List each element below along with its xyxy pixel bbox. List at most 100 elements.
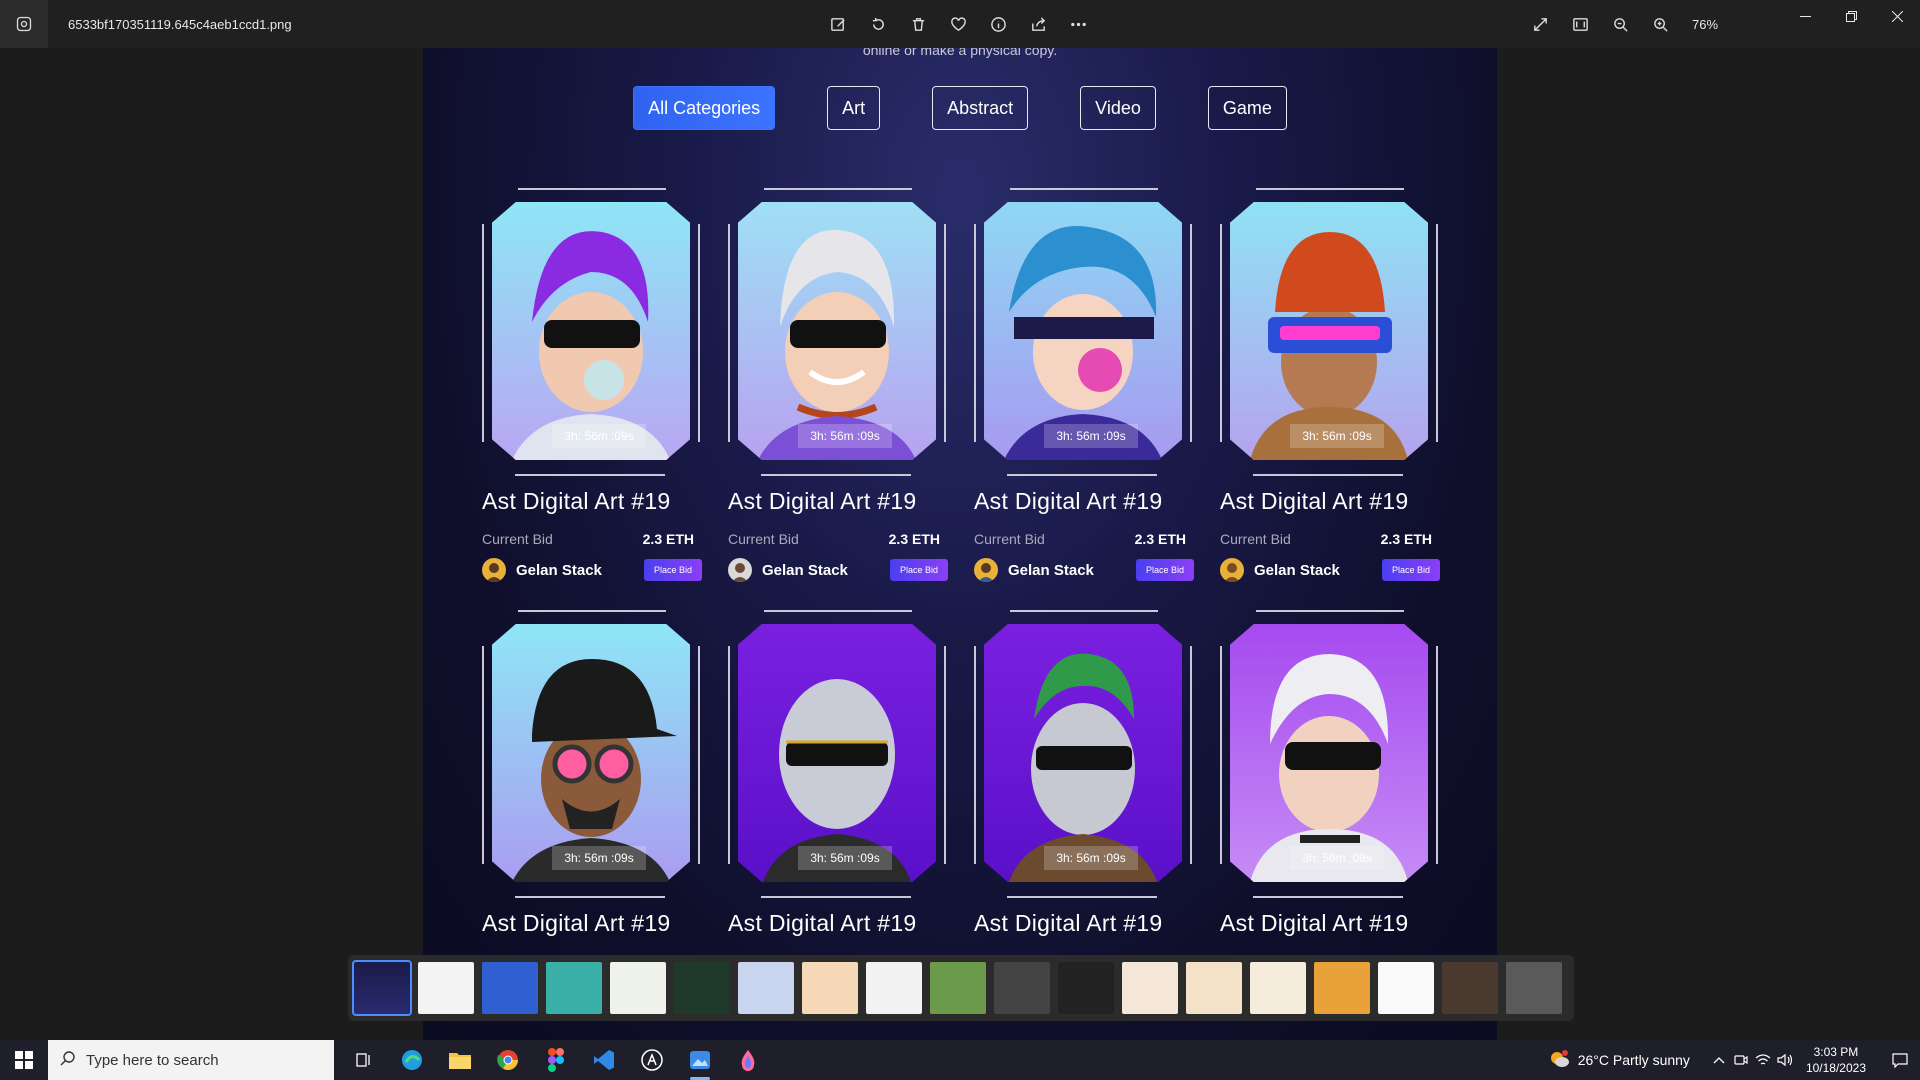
nft-card[interactable]: 3h: 56m :09s Ast Digital Art #19 bbox=[482, 610, 702, 970]
zoom-in-icon[interactable] bbox=[1648, 12, 1673, 37]
owner-avatar[interactable] bbox=[1220, 558, 1244, 582]
nft-artwork[interactable]: 3h: 56m :09s bbox=[738, 202, 936, 460]
thumbnail-selected[interactable] bbox=[352, 960, 412, 1016]
nft-artwork[interactable]: 3h: 56m :09s bbox=[738, 624, 936, 882]
thumbnail[interactable] bbox=[866, 962, 922, 1014]
thumbnail[interactable] bbox=[930, 962, 986, 1014]
thumbnail[interactable] bbox=[482, 962, 538, 1014]
thumbnail[interactable] bbox=[738, 962, 794, 1014]
weather-widget[interactable]: 26°C Partly sunny bbox=[1548, 1049, 1690, 1072]
chevron-up-icon[interactable] bbox=[1708, 1040, 1730, 1080]
nft-artwork[interactable]: 3h: 56m :09s bbox=[984, 624, 1182, 882]
thumbnail[interactable] bbox=[610, 962, 666, 1014]
thumbnail[interactable] bbox=[1122, 962, 1178, 1014]
more-options-icon[interactable] bbox=[1066, 12, 1091, 37]
nft-card[interactable]: 3h: 56m :09s Ast Digital Art #19 bbox=[728, 610, 948, 970]
nft-artwork[interactable]: 3h: 56m :09s bbox=[984, 202, 1182, 460]
zoom-level[interactable]: 76% bbox=[1692, 17, 1718, 32]
nft-artwork[interactable]: 3h: 56m :09s bbox=[1230, 624, 1428, 882]
edge-icon[interactable] bbox=[388, 1040, 436, 1080]
thumbnail[interactable] bbox=[802, 962, 858, 1014]
card-title[interactable]: Ast Digital Art #19 bbox=[728, 488, 917, 515]
start-button[interactable] bbox=[0, 1040, 48, 1080]
file-explorer-icon[interactable] bbox=[436, 1040, 484, 1080]
nft-card[interactable]: 3h: 56m :09s Ast Digital Art #19 Current… bbox=[728, 188, 948, 648]
nft-artwork[interactable]: 3h: 56m :09s bbox=[492, 624, 690, 882]
category-video[interactable]: Video bbox=[1080, 86, 1156, 130]
category-art[interactable]: Art bbox=[827, 86, 881, 130]
nft-card[interactable]: 3h: 56m :09s Ast Digital Art #19 Current… bbox=[482, 188, 702, 648]
bid-value: 2.3 ETH bbox=[1134, 531, 1186, 547]
place-bid-button[interactable]: Place Bid bbox=[890, 559, 948, 581]
edit-image-icon[interactable] bbox=[826, 12, 851, 37]
place-bid-button[interactable]: Place Bid bbox=[1136, 559, 1194, 581]
thumbnail[interactable] bbox=[1314, 962, 1370, 1014]
owner-name[interactable]: Gelan Stack bbox=[516, 562, 602, 579]
thumbnail[interactable] bbox=[994, 962, 1050, 1014]
bid-value: 2.3 ETH bbox=[642, 531, 694, 547]
category-filter: All Categories Art Abstract Video Game bbox=[423, 86, 1497, 130]
nft-artwork[interactable]: 3h: 56m :09s bbox=[1230, 202, 1428, 460]
chrome-icon[interactable] bbox=[484, 1040, 532, 1080]
figma-icon[interactable] bbox=[532, 1040, 580, 1080]
wifi-icon[interactable] bbox=[1752, 1040, 1774, 1080]
restore-icon[interactable] bbox=[1828, 0, 1874, 32]
thumbnail[interactable] bbox=[674, 962, 730, 1014]
nft-artwork[interactable]: 3h: 56m :09s bbox=[492, 202, 690, 460]
volume-icon[interactable] bbox=[1774, 1040, 1796, 1080]
card-title[interactable]: Ast Digital Art #19 bbox=[1220, 488, 1409, 515]
zoom-out-icon[interactable] bbox=[1608, 12, 1633, 37]
owner-name[interactable]: Gelan Stack bbox=[1254, 562, 1340, 579]
rotate-icon[interactable] bbox=[866, 12, 891, 37]
app-store-icon[interactable] bbox=[628, 1040, 676, 1080]
minimize-icon[interactable] bbox=[1782, 0, 1828, 32]
nft-card[interactable]: 3h: 56m :09s Ast Digital Art #19 Current… bbox=[1220, 188, 1440, 648]
photos-app-icon[interactable] bbox=[0, 0, 48, 48]
thumbnail[interactable] bbox=[1058, 962, 1114, 1014]
category-all[interactable]: All Categories bbox=[633, 86, 776, 130]
clock[interactable]: 3:03 PM 10/18/2023 bbox=[1806, 1044, 1866, 1076]
nft-card[interactable]: 3h: 56m :09s Ast Digital Art #19 Current… bbox=[974, 188, 1194, 648]
favorite-heart-icon[interactable] bbox=[946, 12, 971, 37]
card-title[interactable]: Ast Digital Art #19 bbox=[1220, 910, 1409, 937]
card-title[interactable]: Ast Digital Art #19 bbox=[974, 488, 1163, 515]
thumbnail[interactable] bbox=[1506, 962, 1562, 1014]
task-view-icon[interactable] bbox=[340, 1040, 388, 1080]
frame-line bbox=[1007, 474, 1157, 476]
meet-now-icon[interactable] bbox=[1730, 1040, 1752, 1080]
thumbnail[interactable] bbox=[546, 962, 602, 1014]
fit-to-window-icon[interactable] bbox=[1568, 12, 1593, 37]
taskbar-search[interactable]: Type here to search bbox=[48, 1040, 334, 1080]
owner-name[interactable]: Gelan Stack bbox=[762, 562, 848, 579]
vscode-icon[interactable] bbox=[580, 1040, 628, 1080]
nft-card[interactable]: 3h: 56m :09s Ast Digital Art #19 bbox=[974, 610, 1194, 970]
owner-avatar[interactable] bbox=[482, 558, 506, 582]
thumbnail[interactable] bbox=[1250, 962, 1306, 1014]
card-title[interactable]: Ast Digital Art #19 bbox=[974, 910, 1163, 937]
category-game[interactable]: Game bbox=[1207, 86, 1287, 130]
owner-avatar[interactable] bbox=[974, 558, 998, 582]
card-title[interactable]: Ast Digital Art #19 bbox=[728, 910, 917, 937]
photos-icon[interactable] bbox=[676, 1040, 724, 1080]
share-icon[interactable] bbox=[1026, 12, 1051, 37]
place-bid-button[interactable]: Place Bid bbox=[1382, 559, 1440, 581]
close-icon[interactable] bbox=[1874, 0, 1920, 32]
thumbnail[interactable] bbox=[1378, 962, 1434, 1014]
info-icon[interactable] bbox=[986, 12, 1011, 37]
thumbnail[interactable] bbox=[1442, 962, 1498, 1014]
card-title[interactable]: Ast Digital Art #19 bbox=[482, 488, 671, 515]
place-bid-button[interactable]: Place Bid bbox=[644, 559, 702, 581]
frame-line bbox=[1256, 610, 1404, 612]
card-title[interactable]: Ast Digital Art #19 bbox=[482, 910, 671, 937]
owner-avatar[interactable] bbox=[728, 558, 752, 582]
nft-card[interactable]: 3h: 56m :09s Ast Digital Art #19 bbox=[1220, 610, 1440, 970]
toolbar bbox=[826, 0, 1091, 48]
full-screen-icon[interactable] bbox=[1528, 12, 1553, 37]
paint-icon[interactable] bbox=[724, 1040, 772, 1080]
thumbnail[interactable] bbox=[1186, 962, 1242, 1014]
owner-name[interactable]: Gelan Stack bbox=[1008, 562, 1094, 579]
thumbnail[interactable] bbox=[418, 962, 474, 1014]
notifications-icon[interactable] bbox=[1880, 1040, 1920, 1080]
category-abstract[interactable]: Abstract bbox=[932, 86, 1029, 130]
delete-icon[interactable] bbox=[906, 12, 931, 37]
